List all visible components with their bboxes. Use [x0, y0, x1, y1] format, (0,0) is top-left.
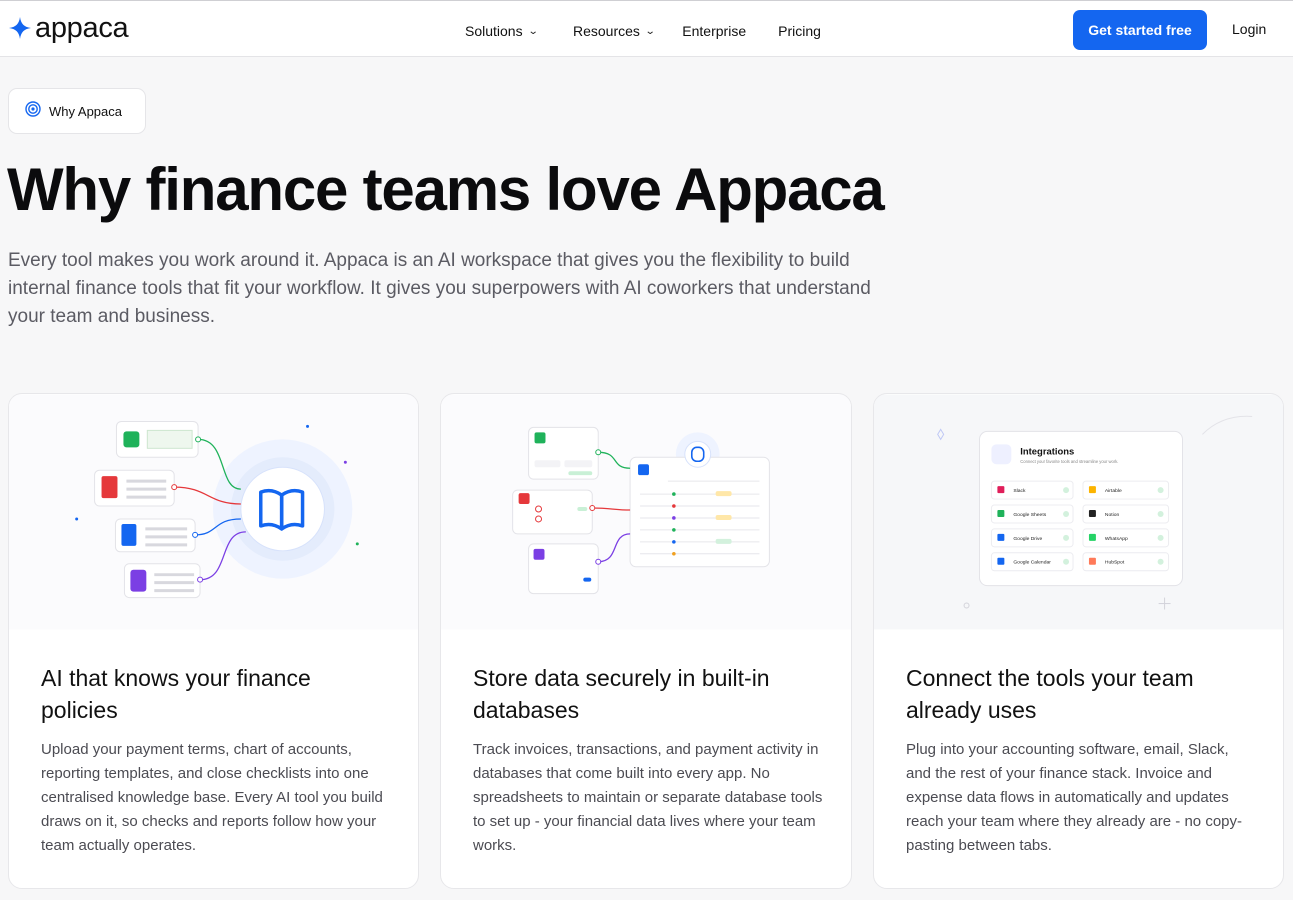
sparkle-icon [8, 16, 32, 40]
svg-text:WhatsApp: WhatsApp [1105, 536, 1128, 542]
section-badge-label: Why Appaca [49, 103, 122, 119]
get-started-button[interactable]: Get started free [1073, 10, 1207, 50]
feature-card-databases: Store data securely in built-in database… [440, 393, 852, 889]
nav-enterprise[interactable]: Enterprise [682, 19, 746, 43]
feature-card-knowledge: AI that knows your finance policies Uplo… [8, 393, 419, 889]
section-badge: Why Appaca [8, 88, 146, 134]
nav-pricing[interactable]: Pricing [778, 19, 821, 43]
nav-solutions[interactable]: Solutions ⌄ [465, 19, 539, 43]
nav-links: Solutions ⌄ Resources ⌄ Enterprise Prici… [465, 19, 821, 43]
integrations-title: Integrations [1020, 446, 1074, 457]
card-description: Plug into your accounting software, emai… [906, 741, 1242, 854]
top-navbar: appaca Solutions ⌄ Resources ⌄ Enterpris… [0, 0, 1293, 57]
database-illustration [441, 394, 851, 630]
svg-text:Slack: Slack [1013, 488, 1026, 494]
nav-enterprise-label: Enterprise [682, 23, 747, 39]
integrations-illustration: Integrations Connect your favorite tools… [874, 394, 1283, 630]
card-description: Upload your payment terms, chart of acco… [41, 741, 383, 854]
svg-text:Notion: Notion [1105, 512, 1120, 518]
svg-text:Google Calendar: Google Calendar [1013, 560, 1051, 566]
brand-name: appaca [35, 12, 129, 44]
nav-resources-label: Resources [572, 23, 640, 39]
target-icon [25, 100, 41, 122]
nav-solutions-label: Solutions [465, 23, 523, 39]
page-title: Why finance teams love Appaca [7, 156, 885, 223]
integrations-subtitle: Connect your favorite tools and streamli… [1020, 459, 1118, 464]
feature-card-integrations: Integrations Connect your favorite tools… [873, 393, 1284, 889]
login-link[interactable]: Login [1232, 21, 1266, 37]
card-title: Store data securely in built-in database… [473, 665, 770, 723]
page-subtitle: Every tool makes you work around it. App… [8, 250, 871, 327]
knowledge-base-illustration [9, 394, 418, 630]
card-title: Connect the tools your team already uses [906, 665, 1194, 723]
svg-text:HubSpot: HubSpot [1105, 560, 1125, 566]
svg-text:Airtable: Airtable [1105, 488, 1122, 494]
card-title: AI that knows your finance policies [41, 665, 311, 723]
svg-text:Google Drive: Google Drive [1013, 536, 1042, 542]
nav-resources[interactable]: Resources ⌄ [572, 19, 656, 43]
card-description: Track invoices, transactions, and paymen… [473, 741, 823, 854]
chevron-down-icon: ⌄ [644, 25, 656, 37]
nav-pricing-label: Pricing [778, 23, 821, 39]
svg-text:Google Sheets: Google Sheets [1013, 512, 1046, 518]
chevron-down-icon: ⌄ [527, 25, 539, 37]
brand-logo[interactable]: appaca [8, 12, 129, 44]
